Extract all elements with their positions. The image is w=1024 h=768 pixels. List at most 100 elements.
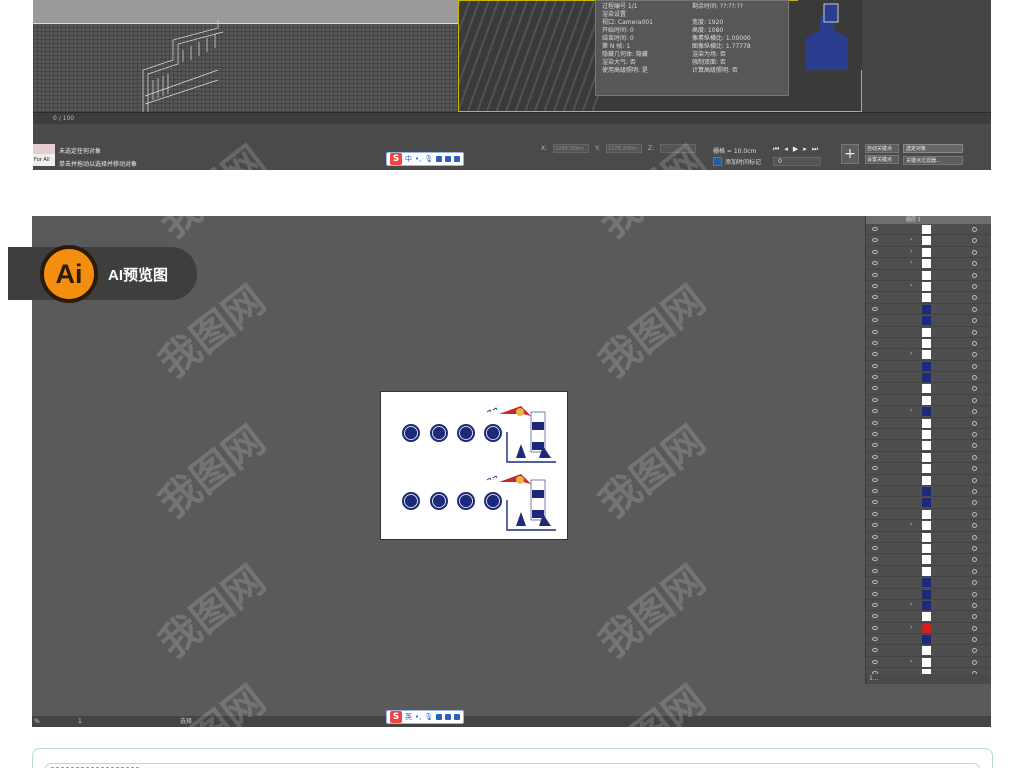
visibility-eye-icon[interactable] bbox=[872, 557, 878, 562]
visibility-eye-icon[interactable] bbox=[872, 352, 878, 357]
layer-row[interactable] bbox=[866, 383, 991, 395]
layer-row[interactable]: › bbox=[866, 600, 991, 612]
layer-row[interactable] bbox=[866, 589, 991, 600]
layer-row[interactable] bbox=[866, 509, 991, 521]
for-all-field[interactable]: For All bbox=[33, 154, 55, 166]
go-start-icon[interactable]: ⏮ bbox=[773, 145, 779, 154]
target-circle-icon[interactable] bbox=[972, 420, 977, 426]
visibility-eye-icon[interactable] bbox=[872, 545, 878, 550]
layer-row[interactable]: › bbox=[866, 520, 991, 532]
time-slider[interactable]: 0 / 100 bbox=[33, 112, 991, 124]
visibility-eye-icon[interactable] bbox=[872, 329, 878, 334]
target-circle-icon[interactable] bbox=[972, 443, 977, 449]
layer-row[interactable] bbox=[866, 532, 991, 543]
ime-mode-2[interactable]: 英 bbox=[405, 712, 412, 722]
viewport-left[interactable] bbox=[33, 0, 541, 112]
layer-row[interactable] bbox=[866, 224, 991, 236]
expand-arrow-icon[interactable]: › bbox=[910, 259, 912, 266]
target-circle-icon[interactable] bbox=[972, 511, 977, 517]
visibility-eye-icon[interactable] bbox=[872, 340, 878, 345]
target-circle-icon[interactable] bbox=[972, 648, 977, 654]
visibility-eye-icon[interactable] bbox=[872, 306, 878, 311]
visibility-eye-icon[interactable] bbox=[872, 397, 878, 402]
auto-key-button[interactable]: 自动关键点 bbox=[865, 144, 899, 153]
visibility-eye-icon[interactable] bbox=[872, 261, 878, 266]
skin-icon-2[interactable] bbox=[445, 714, 452, 720]
layer-row[interactable]: › bbox=[866, 235, 991, 247]
layer-row[interactable] bbox=[866, 486, 991, 498]
layer-row[interactable] bbox=[866, 611, 991, 623]
y-field[interactable]: 2278.306m bbox=[606, 144, 643, 153]
z-field[interactable] bbox=[660, 144, 697, 153]
target-circle-icon[interactable] bbox=[972, 227, 977, 232]
layer-row[interactable] bbox=[866, 372, 991, 384]
target-circle-icon[interactable] bbox=[972, 432, 977, 438]
visibility-eye-icon[interactable] bbox=[872, 249, 878, 254]
prev-frame-icon[interactable]: ◂ bbox=[784, 145, 788, 154]
layer-row[interactable] bbox=[866, 338, 991, 350]
expand-arrow-icon[interactable]: › bbox=[910, 624, 912, 631]
layer-row[interactable] bbox=[866, 270, 991, 281]
set-key-plus-button[interactable]: + bbox=[841, 144, 859, 164]
punct-icon-2[interactable]: •, bbox=[415, 713, 421, 721]
skin-icon[interactable] bbox=[445, 156, 452, 162]
selection-set-dropdown[interactable]: 选定对象 bbox=[903, 144, 963, 153]
current-frame-field[interactable]: 0 bbox=[773, 157, 821, 166]
target-circle-icon[interactable] bbox=[972, 602, 977, 608]
layer-row[interactable] bbox=[866, 292, 991, 304]
visibility-eye-icon[interactable] bbox=[872, 477, 878, 482]
target-circle-icon[interactable] bbox=[972, 466, 977, 472]
target-circle-icon[interactable] bbox=[972, 306, 977, 312]
visibility-eye-icon[interactable] bbox=[872, 283, 878, 288]
target-circle-icon[interactable] bbox=[972, 659, 977, 665]
target-circle-icon[interactable] bbox=[972, 295, 977, 301]
visibility-eye-icon[interactable] bbox=[872, 386, 878, 391]
visibility-eye-icon[interactable] bbox=[872, 318, 878, 323]
layer-row[interactable] bbox=[866, 543, 991, 555]
target-circle-icon[interactable] bbox=[972, 363, 977, 369]
visibility-eye-icon[interactable] bbox=[872, 580, 878, 585]
zoom-field[interactable]: % bbox=[34, 716, 40, 727]
visibility-eye-icon[interactable] bbox=[872, 454, 878, 459]
x-field[interactable]: 2296.306m bbox=[553, 144, 590, 153]
target-circle-icon[interactable] bbox=[972, 261, 977, 267]
visibility-eye-icon[interactable] bbox=[872, 295, 878, 300]
target-circle-icon[interactable] bbox=[972, 352, 977, 358]
target-circle-icon[interactable] bbox=[972, 329, 977, 335]
target-circle-icon[interactable] bbox=[972, 591, 977, 597]
play-icon[interactable]: ▶ bbox=[793, 145, 798, 154]
layer-row[interactable]: › bbox=[866, 247, 991, 259]
expand-arrow-icon[interactable]: › bbox=[910, 521, 912, 528]
next-frame-icon[interactable]: ▸ bbox=[803, 145, 807, 154]
visibility-eye-icon[interactable] bbox=[872, 420, 878, 425]
visibility-eye-icon[interactable] bbox=[872, 614, 878, 619]
layer-row[interactable] bbox=[866, 429, 991, 441]
ime-toolbar-bottom[interactable]: S 英 •, 🎙 bbox=[386, 710, 465, 724]
target-circle-icon[interactable] bbox=[972, 637, 977, 643]
visibility-eye-icon[interactable] bbox=[872, 409, 878, 414]
visibility-eye-icon[interactable] bbox=[872, 602, 878, 607]
tools-icon[interactable] bbox=[454, 156, 461, 162]
target-circle-icon[interactable] bbox=[972, 580, 977, 586]
layer-row[interactable] bbox=[866, 566, 991, 578]
expand-arrow-icon[interactable]: › bbox=[910, 350, 912, 357]
layer-row[interactable] bbox=[866, 440, 991, 452]
visibility-eye-icon[interactable] bbox=[872, 466, 878, 471]
go-end-icon[interactable]: ⏭ bbox=[812, 145, 818, 154]
visibility-eye-icon[interactable] bbox=[872, 272, 878, 277]
target-circle-icon[interactable] bbox=[972, 386, 977, 392]
layer-row[interactable] bbox=[866, 452, 991, 464]
target-circle-icon[interactable] bbox=[972, 409, 977, 415]
layer-row[interactable] bbox=[866, 315, 991, 327]
artboard[interactable] bbox=[380, 391, 568, 540]
layer-row[interactable] bbox=[866, 497, 991, 509]
target-circle-icon[interactable] bbox=[972, 375, 977, 381]
add-time-tag[interactable]: 添加时间标记 bbox=[713, 157, 761, 166]
visibility-eye-icon[interactable] bbox=[872, 511, 878, 516]
visibility-eye-icon[interactable] bbox=[872, 227, 878, 231]
visibility-eye-icon[interactable] bbox=[872, 363, 878, 368]
punct-icon[interactable]: •, bbox=[415, 155, 421, 163]
layer-row[interactable] bbox=[866, 395, 991, 407]
target-circle-icon[interactable] bbox=[972, 477, 977, 483]
ime-toolbar-top[interactable]: S 中 •, 🎙 bbox=[386, 152, 465, 166]
